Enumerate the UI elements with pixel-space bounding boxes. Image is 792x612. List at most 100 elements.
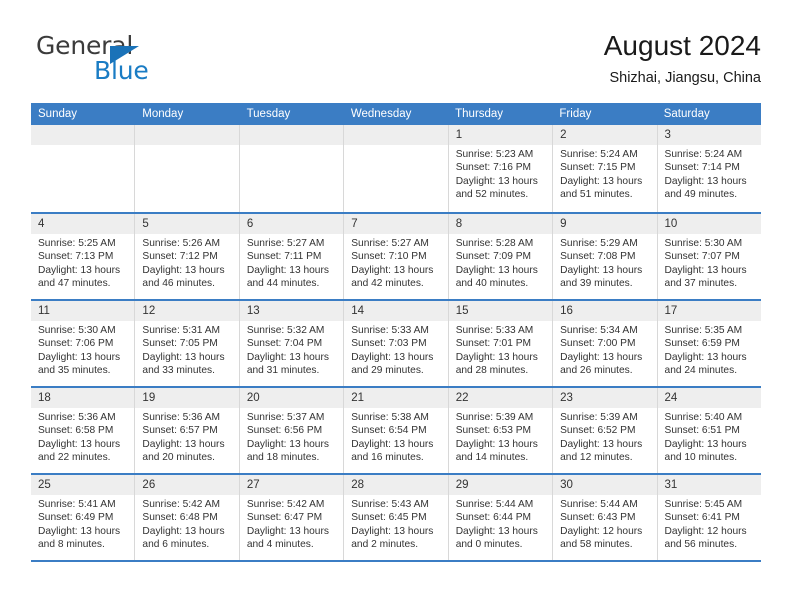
- day-cell[interactable]: 12 Sunrise: 5:31 AM Sunset: 7:05 PM Dayligh…: [135, 301, 240, 386]
- day-cell[interactable]: 20 Sunrise: 5:37 AM Sunset: 6:56 PM Dayligh…: [239, 388, 345, 473]
- day-cell[interactable]: 15 Sunrise: 5:33 AM Sunset: 7:01 PM Dayligh…: [448, 301, 554, 386]
- daylight-text: Daylight: 13 hours and 24 minutes.: [664, 351, 747, 377]
- sunrise-text: Sunrise: 5:27 AM: [246, 238, 325, 249]
- daylight-text: Daylight: 13 hours and 52 minutes.: [455, 175, 538, 201]
- sunrise-text: Sunrise: 5:44 AM: [560, 499, 638, 510]
- sunrise-text: Sunrise: 5:30 AM: [38, 325, 116, 336]
- day-number: 29: [448, 475, 553, 495]
- day-cell[interactable]: 23 Sunrise: 5:39 AM Sunset: 6:52 PM Dayligh…: [553, 388, 658, 473]
- sunset-text: Sunset: 7:12 PM: [142, 251, 218, 263]
- daylight-text: Daylight: 12 hours and 58 minutes.: [560, 525, 643, 551]
- weeks-container: 1 Sunrise: 5:23 AM Sunset: 7:16 PM Daylight…: [31, 125, 761, 560]
- daylight-text: Daylight: 13 hours and 14 minutes.: [455, 438, 538, 464]
- day-cell[interactable]: 9 Sunrise: 5:29 AM Sunset: 7:08 PM Daylight…: [553, 214, 658, 299]
- day-cell[interactable]: 14 Sunrise: 5:33 AM Sunset: 7:03 PM Dayligh…: [344, 301, 449, 386]
- day-info: Sunrise: 5:25 AM Sunset: 7:13 PM Daylight:…: [31, 234, 134, 291]
- weekday-header-friday: Friday: [559, 108, 592, 120]
- day-info: Sunrise: 5:28 AM Sunset: 7:09 PM Daylight:…: [449, 234, 552, 291]
- sunrise-text: Sunrise: 5:33 AM: [455, 325, 534, 336]
- day-cell[interactable]: 3 Sunrise: 5:24 AM Sunset: 7:14 PM Daylight…: [657, 125, 761, 212]
- sunrise-text: Sunrise: 5:42 AM: [246, 499, 325, 510]
- day-info: Sunrise: 5:43 AM Sunset: 6:45 PM Daylight:…: [344, 495, 447, 552]
- day-cell[interactable]: 26 Sunrise: 5:42 AM Sunset: 6:48 PM Dayligh…: [135, 475, 240, 560]
- day-number: 18: [31, 388, 135, 408]
- sunset-text: Sunset: 7:15 PM: [560, 162, 636, 174]
- day-number: 16: [553, 301, 657, 321]
- day-cell[interactable]: 5 Sunrise: 5:26 AM Sunset: 7:12 PM Daylight…: [135, 214, 240, 299]
- day-cell[interactable]: 22 Sunrise: 5:39 AM Sunset: 6:53 PM Dayligh…: [448, 388, 554, 473]
- day-cell[interactable]: 19 Sunrise: 5:36 AM Sunset: 6:57 PM Dayligh…: [135, 388, 240, 473]
- day-cell[interactable]: 18 Sunrise: 5:36 AM Sunset: 6:58 PM Dayligh…: [31, 388, 136, 473]
- day-number: 7: [344, 214, 448, 234]
- day-cell[interactable]: 7 Sunrise: 5:27 AM Sunset: 7:10 PM Daylight…: [344, 214, 449, 299]
- sunrise-text: Sunrise: 5:43 AM: [351, 499, 429, 510]
- day-info: Sunrise: 5:45 AM Sunset: 6:41 PM Daylight:…: [658, 495, 761, 552]
- day-cell[interactable]: 21 Sunrise: 5:38 AM Sunset: 6:54 PM Dayligh…: [344, 388, 449, 473]
- day-cell-empty: [239, 125, 345, 212]
- day-cell[interactable]: 2 Sunrise: 5:24 AM Sunset: 7:15 PM Daylight…: [553, 125, 658, 212]
- daylight-text: Daylight: 13 hours and 22 minutes.: [38, 438, 121, 464]
- day-cell[interactable]: 24 Sunrise: 5:40 AM Sunset: 6:51 PM Dayligh…: [657, 388, 761, 473]
- day-cell[interactable]: 10 Sunrise: 5:30 AM Sunset: 7:07 PM Dayligh…: [657, 214, 761, 299]
- grid-bottom-border: [31, 560, 761, 562]
- sunset-text: Sunset: 6:52 PM: [560, 425, 636, 437]
- weekday-header-saturday: Saturday: [663, 108, 710, 120]
- sunset-text: Sunset: 7:09 PM: [455, 251, 532, 263]
- day-cell[interactable]: 29 Sunrise: 5:44 AM Sunset: 6:44 PM Dayligh…: [448, 475, 554, 560]
- daylight-text: Daylight: 13 hours and 18 minutes.: [246, 438, 329, 464]
- sunset-text: Sunset: 7:08 PM: [560, 251, 636, 263]
- day-cell[interactable]: 16 Sunrise: 5:34 AM Sunset: 7:00 PM Dayligh…: [553, 301, 658, 386]
- general-blue-logo[interactable]: General Blue: [36, 32, 206, 88]
- day-cell[interactable]: 28 Sunrise: 5:43 AM Sunset: 6:45 PM Dayligh…: [344, 475, 449, 560]
- day-cell[interactable]: 1 Sunrise: 5:23 AM Sunset: 7:16 PM Daylight…: [448, 125, 554, 212]
- daylight-text: Daylight: 13 hours and 8 minutes.: [38, 525, 121, 551]
- daylight-text: Daylight: 13 hours and 39 minutes.: [560, 264, 643, 290]
- sunrise-text: Sunrise: 5:44 AM: [455, 499, 534, 510]
- day-number: 31: [657, 475, 761, 495]
- sunset-text: Sunset: 6:44 PM: [455, 512, 532, 524]
- sunset-text: Sunset: 7:04 PM: [246, 338, 323, 350]
- daylight-text: Daylight: 13 hours and 40 minutes.: [455, 264, 538, 290]
- day-cell[interactable]: 31 Sunrise: 5:45 AM Sunset: 6:41 PM Dayligh…: [657, 475, 761, 560]
- sunset-text: Sunset: 7:06 PM: [38, 338, 114, 350]
- day-info: Sunrise: 5:34 AM Sunset: 7:00 PM Daylight:…: [553, 321, 656, 378]
- sunrise-text: Sunrise: 5:42 AM: [142, 499, 221, 510]
- week-row: 25 Sunrise: 5:41 AM Sunset: 6:49 PM Dayligh…: [31, 473, 761, 560]
- sunset-text: Sunset: 7:01 PM: [455, 338, 532, 350]
- day-cell[interactable]: 13 Sunrise: 5:32 AM Sunset: 7:04 PM Dayligh…: [239, 301, 345, 386]
- day-info: Sunrise: 5:41 AM Sunset: 6:49 PM Daylight:…: [31, 495, 134, 552]
- calendar-grid: Sunday Monday Tuesday Wednesday Thursday Frid…: [31, 103, 761, 562]
- sunrise-text: Sunrise: 5:38 AM: [351, 412, 429, 423]
- sunset-text: Sunset: 6:43 PM: [560, 512, 636, 524]
- sunrise-text: Sunrise: 5:28 AM: [455, 238, 534, 249]
- day-info: Sunrise: 5:33 AM Sunset: 7:01 PM Daylight:…: [449, 321, 552, 378]
- day-cell[interactable]: 17 Sunrise: 5:35 AM Sunset: 6:59 PM Dayligh…: [657, 301, 761, 386]
- daylight-text: Daylight: 13 hours and 46 minutes.: [142, 264, 225, 290]
- day-cell[interactable]: 8 Sunrise: 5:28 AM Sunset: 7:09 PM Daylight…: [448, 214, 554, 299]
- sunrise-text: Sunrise: 5:33 AM: [351, 325, 429, 336]
- day-cell[interactable]: 27 Sunrise: 5:42 AM Sunset: 6:47 PM Dayligh…: [239, 475, 345, 560]
- daylight-text: Daylight: 13 hours and 16 minutes.: [351, 438, 434, 464]
- sunset-text: Sunset: 7:11 PM: [246, 251, 322, 263]
- day-number: 15: [448, 301, 553, 321]
- week-row: 18 Sunrise: 5:36 AM Sunset: 6:58 PM Dayligh…: [31, 386, 761, 473]
- sunset-text: Sunset: 6:58 PM: [38, 425, 114, 437]
- day-number: 25: [31, 475, 135, 495]
- day-number: 14: [344, 301, 448, 321]
- daylight-text: Daylight: 13 hours and 20 minutes.: [142, 438, 225, 464]
- day-cell[interactable]: 6 Sunrise: 5:27 AM Sunset: 7:11 PM Daylight…: [239, 214, 345, 299]
- sunset-text: Sunset: 7:05 PM: [142, 338, 218, 350]
- sunrise-text: Sunrise: 5:41 AM: [38, 499, 116, 510]
- day-cell[interactable]: 25 Sunrise: 5:41 AM Sunset: 6:49 PM Dayligh…: [31, 475, 136, 560]
- daylight-text: Daylight: 13 hours and 33 minutes.: [142, 351, 225, 377]
- sunrise-text: Sunrise: 5:39 AM: [560, 412, 638, 423]
- day-info: Sunrise: 5:29 AM Sunset: 7:08 PM Daylight:…: [553, 234, 656, 291]
- day-number: 11: [31, 301, 135, 321]
- sunrise-text: Sunrise: 5:24 AM: [664, 149, 743, 160]
- day-cell[interactable]: 30 Sunrise: 5:44 AM Sunset: 6:43 PM Dayligh…: [553, 475, 658, 560]
- sunset-text: Sunset: 6:53 PM: [455, 425, 532, 437]
- day-cell[interactable]: 11 Sunrise: 5:30 AM Sunset: 7:06 PM Dayligh…: [31, 301, 136, 386]
- day-number: [239, 125, 344, 145]
- day-cell[interactable]: 4 Sunrise: 5:25 AM Sunset: 7:13 PM Daylight…: [31, 214, 136, 299]
- sunset-text: Sunset: 7:07 PM: [664, 251, 740, 263]
